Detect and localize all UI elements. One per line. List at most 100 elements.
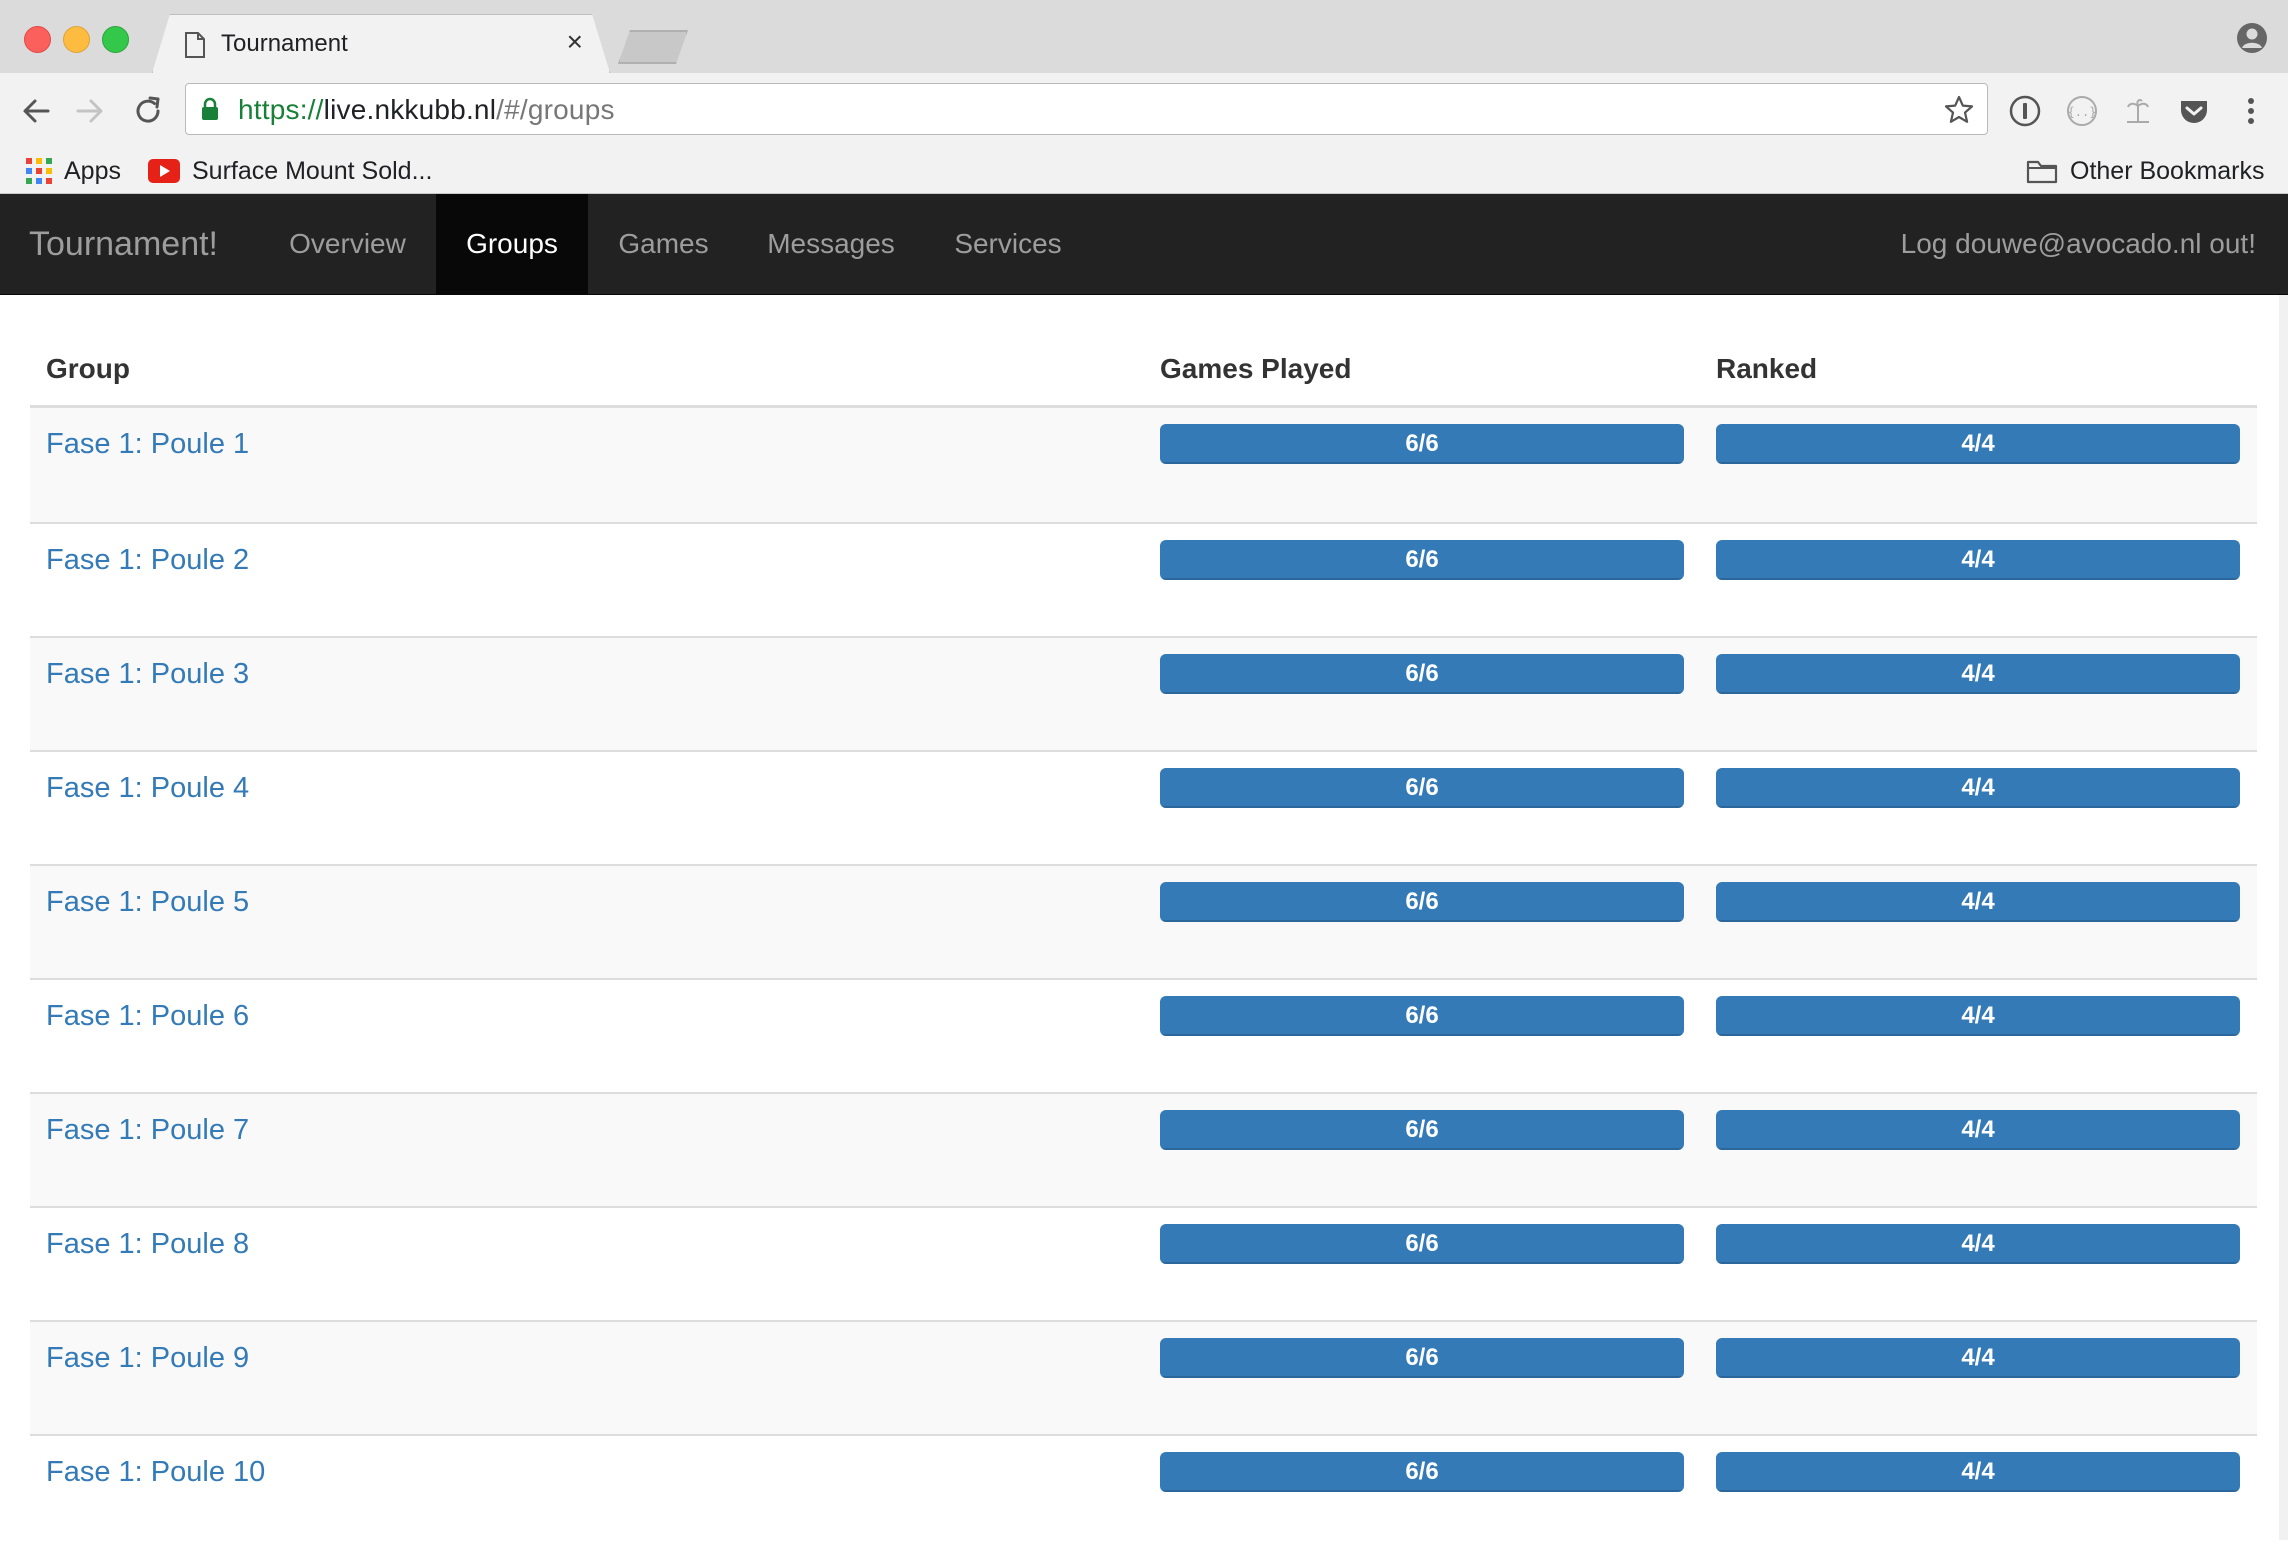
games-played-bar: 6/6	[1160, 654, 1684, 694]
password-manager-extension-icon[interactable]	[2008, 94, 2042, 128]
group-link[interactable]: Fase 1: Poule 10	[46, 1456, 265, 1489]
ranked-progress: 4/4	[1716, 1452, 2240, 1492]
games-played-progress: 6/6	[1160, 540, 1684, 580]
tab-close-icon[interactable]: ×	[567, 27, 583, 57]
back-arrow-icon[interactable]	[18, 93, 54, 129]
ranked-bar: 4/4	[1716, 1338, 2240, 1378]
new-tab-button[interactable]	[618, 30, 688, 64]
url-text: https://live.nkkubb.nl/#/groups	[238, 94, 615, 126]
ranked-progress: 4/4	[1716, 654, 2240, 694]
ranked-bar: 4/4	[1716, 996, 2240, 1036]
group-link[interactable]: Fase 1: Poule 8	[46, 1228, 249, 1261]
nav-overview[interactable]: Overview	[268, 194, 427, 294]
games-played-bar: 6/6	[1160, 540, 1684, 580]
table-body: Fase 1: Poule 1 6/6 4/4 Fase 1: Poule 2 6/6 4…	[30, 408, 2257, 1548]
games-played-bar: 6/6	[1160, 424, 1684, 464]
ranked-bar: 4/4	[1716, 540, 2240, 580]
group-link[interactable]: Fase 1: Poule 2	[46, 544, 249, 577]
youtube-icon	[148, 159, 180, 183]
group-link[interactable]: Fase 1: Poule 4	[46, 772, 249, 805]
group-link[interactable]: Fase 1: Poule 9	[46, 1342, 249, 1375]
table-row: Fase 1: Poule 9 6/6 4/4	[30, 1320, 2257, 1434]
address-bar[interactable]: https://live.nkkubb.nl/#/groups	[185, 83, 1988, 135]
bookmarks-bar: Apps Surface Mount Sold... Other Bookmar…	[0, 148, 2288, 194]
table-header: Group Games Played Ranked	[30, 295, 2257, 408]
nav-messages[interactable]: Messages	[739, 194, 923, 294]
table-row: Fase 1: Poule 1 6/6 4/4	[30, 408, 2257, 522]
ranked-bar: 4/4	[1716, 768, 2240, 808]
app-navbar: Tournament! Overview Groups Games Messag…	[0, 194, 2288, 295]
groups-table: Group Games Played Ranked Fase 1: Poule …	[30, 295, 2257, 1548]
ranked-bar: 4/4	[1716, 654, 2240, 694]
ranked-bar: 4/4	[1716, 1452, 2240, 1492]
column-header-group: Group	[46, 353, 130, 384]
ranked-progress: 4/4	[1716, 1338, 2240, 1378]
games-played-progress: 6/6	[1160, 424, 1684, 464]
ranked-progress: 4/4	[1716, 1224, 2240, 1264]
games-played-progress: 6/6	[1160, 768, 1684, 808]
other-bookmarks[interactable]: Other Bookmarks	[2026, 148, 2265, 194]
games-played-progress: 6/6	[1160, 1110, 1684, 1150]
bookmark-apps[interactable]: Apps	[26, 148, 121, 194]
page-document-icon	[183, 32, 207, 58]
url-host: live.nkkubb.nl	[323, 94, 497, 125]
games-played-progress: 6/6	[1160, 1224, 1684, 1264]
bookmark-label: Apps	[64, 156, 121, 185]
ranked-bar: 4/4	[1716, 424, 2240, 464]
page-scrollbar-track	[2279, 295, 2288, 1540]
reload-icon[interactable]	[130, 93, 166, 129]
brand-link[interactable]: Tournament!	[29, 194, 218, 294]
games-played-bar: 6/6	[1160, 1110, 1684, 1150]
bookmark-surface-mount[interactable]: Surface Mount Sold...	[148, 148, 432, 194]
window-close-button[interactable]	[24, 26, 51, 53]
games-played-bar: 6/6	[1160, 1224, 1684, 1264]
games-played-bar: 6/6	[1160, 768, 1684, 808]
table-row: Fase 1: Poule 2 6/6 4/4	[30, 522, 2257, 636]
json-viewer-extension-icon[interactable]: {..}	[2065, 94, 2099, 128]
bookmark-star-icon[interactable]	[1943, 94, 1975, 126]
column-header-ranked: Ranked	[1716, 353, 1818, 384]
nav-groups[interactable]: Groups	[436, 194, 588, 294]
games-played-progress: 6/6	[1160, 996, 1684, 1036]
window-zoom-button[interactable]	[102, 26, 129, 53]
ranked-progress: 4/4	[1716, 768, 2240, 808]
nav-games[interactable]: Games	[588, 194, 739, 294]
column-header-games-played: Games Played	[1160, 353, 1352, 384]
ranked-bar: 4/4	[1716, 1110, 2240, 1150]
group-link[interactable]: Fase 1: Poule 5	[46, 886, 249, 919]
island-extension-icon[interactable]	[2121, 94, 2155, 128]
bookmark-label: Surface Mount Sold...	[192, 156, 433, 185]
url-path: /#/groups	[496, 94, 615, 125]
ranked-progress: 4/4	[1716, 996, 2240, 1036]
ranked-progress: 4/4	[1716, 882, 2240, 922]
group-link[interactable]: Fase 1: Poule 3	[46, 658, 249, 691]
logout-link[interactable]: Log douwe@avocado.nl out!	[1901, 194, 2256, 294]
pocket-extension-icon[interactable]	[2177, 94, 2211, 128]
table-row: Fase 1: Poule 3 6/6 4/4	[30, 636, 2257, 750]
games-played-bar: 6/6	[1160, 996, 1684, 1036]
table-row: Fase 1: Poule 6 6/6 4/4	[30, 978, 2257, 1092]
window-minimize-button[interactable]	[63, 26, 90, 53]
games-played-bar: 6/6	[1160, 1452, 1684, 1492]
browser-tab-active[interactable]: Tournament ×	[152, 14, 610, 73]
url-scheme: https://	[238, 94, 324, 125]
forward-arrow-icon[interactable]	[72, 93, 108, 129]
browser-toolbar: https://live.nkkubb.nl/#/groups {..}	[0, 73, 2288, 148]
nav-services[interactable]: Services	[923, 194, 1093, 294]
group-link[interactable]: Fase 1: Poule 1	[46, 428, 249, 461]
ranked-progress: 4/4	[1716, 1110, 2240, 1150]
games-played-progress: 6/6	[1160, 654, 1684, 694]
ranked-progress: 4/4	[1716, 540, 2240, 580]
table-row: Fase 1: Poule 10 6/6 4/4	[30, 1434, 2257, 1548]
ranked-bar: 4/4	[1716, 1224, 2240, 1264]
games-played-progress: 6/6	[1160, 1338, 1684, 1378]
ranked-progress: 4/4	[1716, 424, 2240, 464]
table-row: Fase 1: Poule 5 6/6 4/4	[30, 864, 2257, 978]
profile-avatar-icon[interactable]	[2236, 22, 2268, 54]
browser-menu-icon[interactable]	[2234, 94, 2268, 128]
table-row: Fase 1: Poule 4 6/6 4/4	[30, 750, 2257, 864]
games-played-progress: 6/6	[1160, 1452, 1684, 1492]
group-link[interactable]: Fase 1: Poule 7	[46, 1114, 249, 1147]
group-link[interactable]: Fase 1: Poule 6	[46, 1000, 249, 1033]
games-played-progress: 6/6	[1160, 882, 1684, 922]
